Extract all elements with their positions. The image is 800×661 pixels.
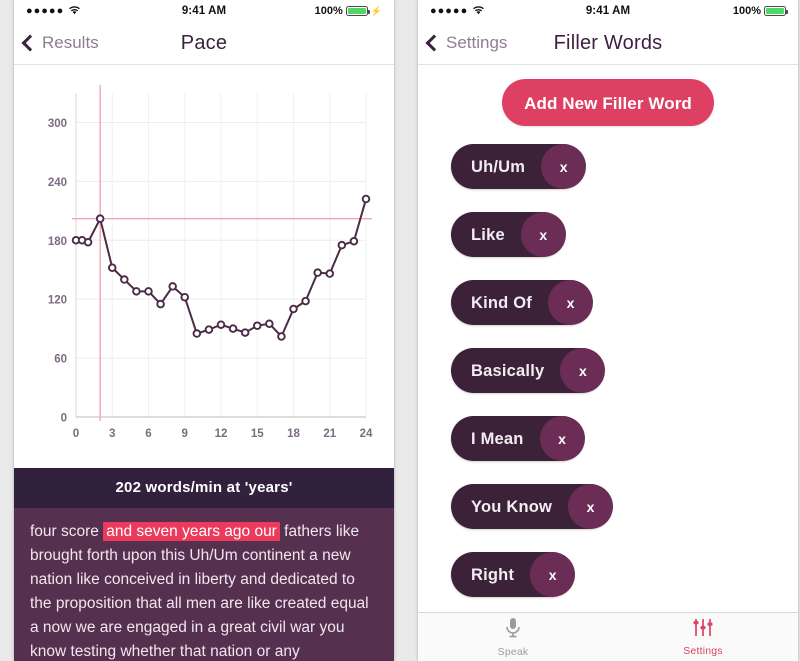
back-button-label: Settings — [446, 33, 508, 52]
svg-text:0: 0 — [61, 413, 67, 425]
pace-chart-svg: 0 60 120 180 240 300 0 3 6 9 12 15 18 21 24 — [48, 85, 373, 440]
back-button-settings[interactable]: Settings — [418, 33, 507, 53]
back-button-results[interactable]: Results — [14, 33, 99, 53]
battery-icon — [345, 6, 370, 16]
filler-word-pill[interactable]: Kind Of x — [451, 280, 593, 325]
list-item: Uh/Um x — [451, 144, 798, 212]
filler-word-list: Uh/Um x Like x Kind Of x Basically x I Mean x You … — [418, 144, 798, 614]
charging-bolt-icon: ⚡ — [370, 5, 382, 16]
svg-text:6: 6 — [145, 428, 151, 440]
filler-word-pill[interactable]: Right x — [451, 552, 576, 597]
remove-filler-word-button[interactable]: x — [547, 280, 593, 325]
remove-filler-word-button[interactable]: x — [530, 552, 576, 597]
signal-dots-icon: ●●●●● — [430, 4, 469, 17]
svg-text:120: 120 — [48, 295, 67, 307]
nav-bar-left: Results Pace — [14, 22, 394, 65]
list-item: Kind Of x — [451, 280, 798, 348]
battery-icon — [764, 6, 788, 16]
phone-filler-words-screen: ●●●●● 9:41 AM 100% Settings Filler Words… — [418, 0, 798, 661]
remove-filler-word-button[interactable]: x — [541, 144, 587, 189]
remove-filler-word-button[interactable]: x — [539, 416, 585, 461]
list-item: Basically x — [451, 348, 798, 416]
filler-word-pill[interactable]: You Know x — [451, 484, 614, 529]
tab-bar: Speak Settings — [418, 612, 798, 661]
status-bar-time: 9:41 AM — [181, 5, 227, 17]
add-new-filler-word-button[interactable]: Add New Filler Word — [502, 79, 714, 126]
svg-text:12: 12 — [215, 428, 228, 440]
pace-chart[interactable]: 0 60 120 180 240 300 0 3 6 9 12 15 18 21 24 — [14, 65, 394, 468]
battery-percent-label: 100% — [732, 5, 761, 17]
svg-text:300: 300 — [48, 118, 67, 130]
back-button-label: Results — [42, 33, 99, 52]
signal-dots-icon: ●●●●● — [26, 4, 65, 17]
svg-text:21: 21 — [323, 428, 336, 440]
status-bar-right-group: 100% ⚡ — [265, 5, 382, 17]
sliders-icon — [692, 617, 714, 643]
remove-filler-word-button[interactable]: x — [520, 212, 566, 257]
chevron-left-icon — [425, 34, 443, 52]
tab-speak[interactable]: Speak — [418, 613, 608, 661]
wifi-icon — [68, 5, 81, 18]
list-item: I Mean x — [451, 416, 798, 484]
filler-word-pill[interactable]: Uh/Um x — [451, 144, 587, 189]
svg-text:0: 0 — [73, 428, 79, 440]
microphone-icon — [504, 617, 522, 644]
dual-phone-screenshot: ●●●●● 9:41 AM 100% ⚡ Results Pace 0 60 120… — [0, 0, 800, 661]
transcript-text-after: fathers like brought forth upon this Uh/… — [30, 523, 369, 660]
wifi-icon — [472, 5, 485, 18]
svg-text:9: 9 — [182, 428, 188, 440]
svg-text:15: 15 — [251, 428, 264, 440]
pace-summary-banner: 202 words/min at 'years' — [14, 468, 394, 508]
tab-label: Speak — [497, 645, 529, 658]
tab-settings[interactable]: Settings — [608, 613, 798, 661]
svg-text:3: 3 — [109, 428, 115, 440]
svg-text:60: 60 — [54, 354, 67, 366]
chevron-left-icon — [21, 34, 39, 52]
status-bar-left-group: ●●●●● — [26, 5, 143, 18]
svg-text:18: 18 — [287, 428, 300, 440]
battery-percent-label: 100% — [314, 5, 343, 17]
remove-filler-word-button[interactable]: x — [560, 348, 606, 393]
svg-text:180: 180 — [48, 236, 67, 248]
list-item: Like x — [451, 212, 798, 280]
tab-label: Settings — [683, 645, 723, 657]
transcript-panel[interactable]: four score and seven years ago our fathe… — [14, 508, 394, 661]
transcript-text-before: four score — [30, 523, 104, 540]
filler-word-pill[interactable]: Basically x — [451, 348, 606, 393]
svg-text:240: 240 — [48, 177, 67, 189]
status-bar-right-group-2: 100% — [669, 5, 788, 17]
transcript-highlight: and seven years ago our — [103, 522, 280, 541]
phone-pace-screen: ●●●●● 9:41 AM 100% ⚡ Results Pace 0 60 120… — [14, 0, 394, 661]
status-bar-right: ●●●●● 9:41 AM 100% — [418, 0, 798, 22]
list-item: You Know x — [451, 484, 798, 552]
filler-word-pill[interactable]: Like x — [451, 212, 566, 257]
list-item: Right x — [451, 552, 798, 614]
remove-filler-word-button[interactable]: x — [568, 484, 614, 529]
filler-words-body: Add New Filler Word Uh/Um x Like x Kind Of x B… — [418, 65, 798, 614]
nav-bar-right: Settings Filler Words — [418, 22, 798, 65]
status-bar-left: ●●●●● 9:41 AM 100% ⚡ — [14, 0, 394, 22]
status-bar-left-group-2: ●●●●● — [430, 5, 547, 18]
status-bar-time: 9:41 AM — [585, 5, 631, 17]
filler-word-pill[interactable]: I Mean x — [451, 416, 585, 461]
svg-text:24: 24 — [360, 428, 373, 440]
